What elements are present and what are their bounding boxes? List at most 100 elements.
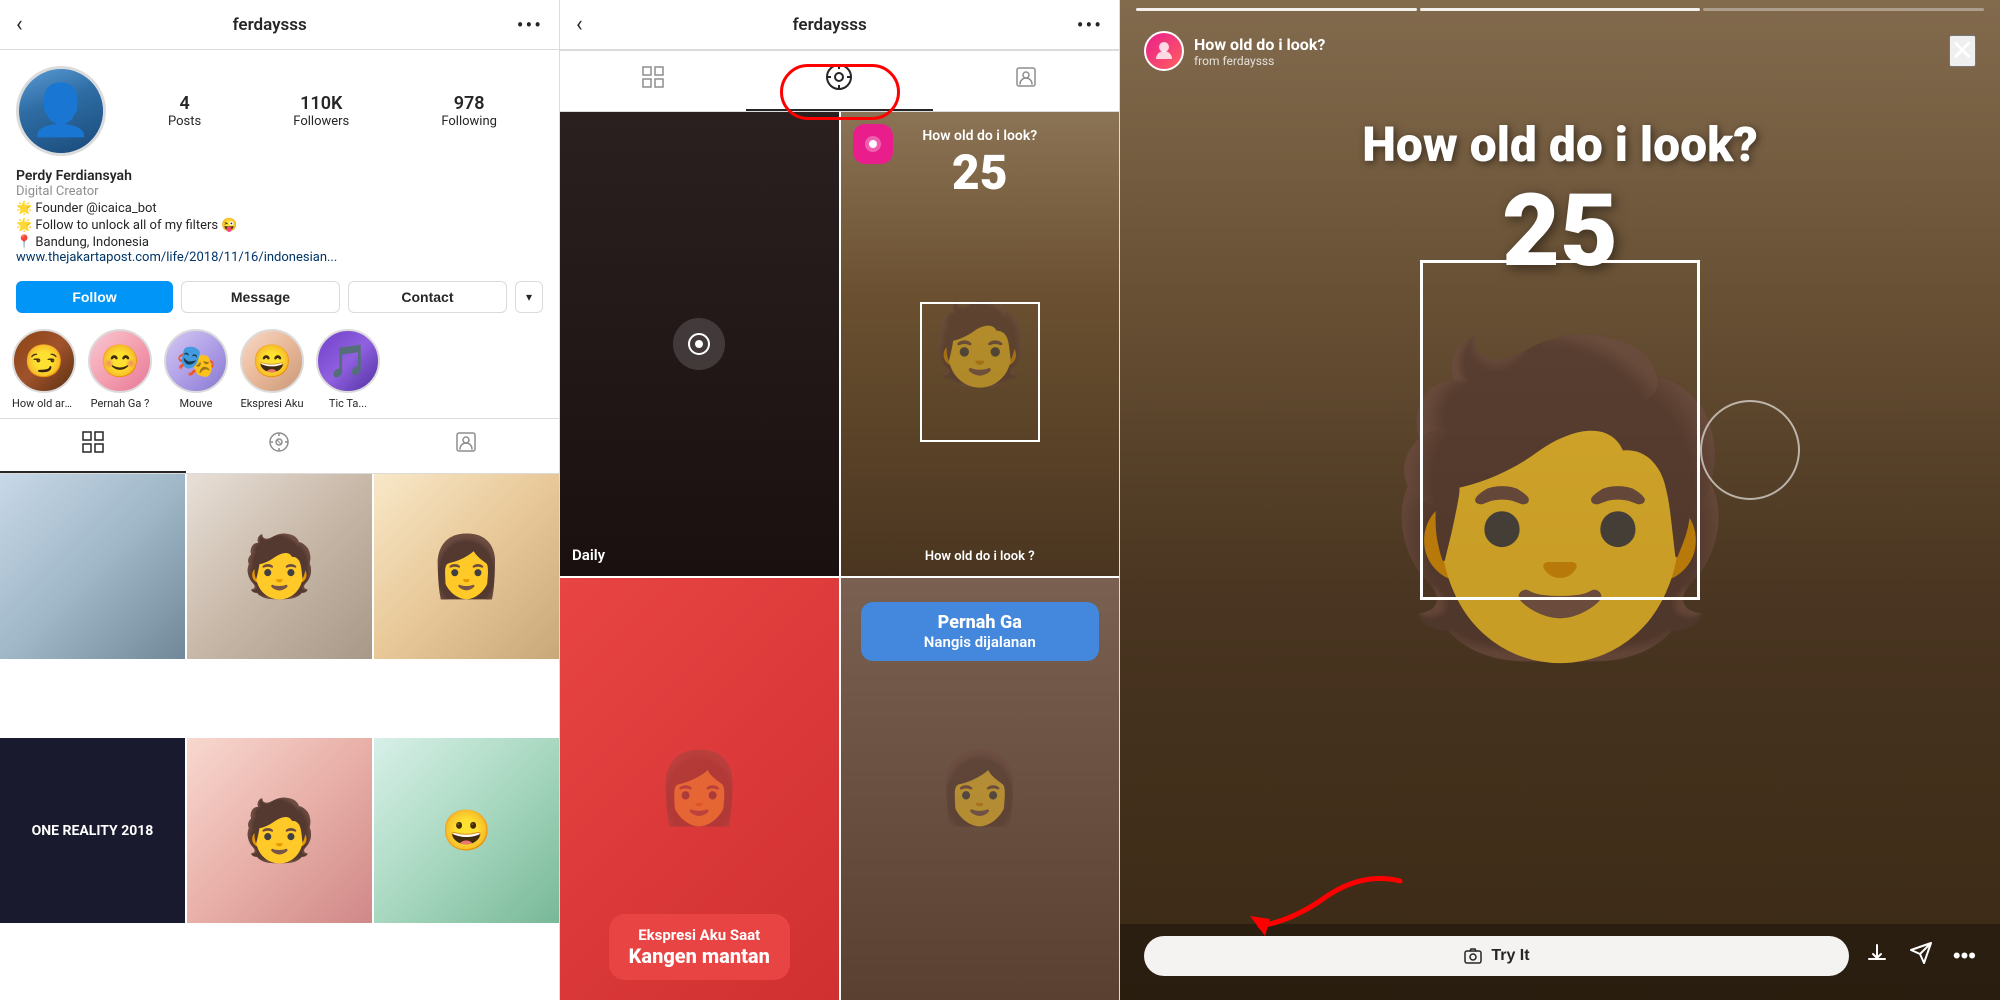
bio-line3: 📍 Bandung, Indonesia [16,235,543,250]
daily-icon [673,318,725,370]
highlight-circle: 🎭 [164,329,228,393]
avatar-image [19,69,103,153]
posts-label: Posts [168,114,201,129]
grid-icon [642,66,664,94]
chevron-button[interactable]: ▾ [515,281,543,313]
reels-back-button[interactable]: ‹ [576,12,583,37]
highlight-image: 😏 [14,331,74,391]
tab-reels[interactable] [186,419,372,473]
grid-icon [82,431,104,459]
avatar[interactable] [16,66,106,156]
more-icon: ••• [1953,943,1976,968]
story-progress-bar [1120,0,2000,11]
highlight-label: Mouve [179,397,212,410]
profile-stats-row: 4 Posts 110K Followers 978 Following [0,50,559,164]
highlight-item[interactable]: 🎵 Tic Ta... [316,329,380,410]
highlight-circle: 😄 [240,329,304,393]
reels-username: ferdaysss [793,15,867,35]
reels-tab-reels[interactable] [746,51,932,111]
pernahga-line2: Nangis dijalanan [877,633,1084,651]
reel-item-ekspresi[interactable]: 👩 Ekspresi Aku Saat Kangen mantan [560,578,839,1000]
reels-more-button[interactable]: ••• [1077,13,1103,37]
face-detection-circle [1700,400,1800,500]
grid-item[interactable]: ONE REALITY 2018 [0,738,185,923]
story-panel: How old do i look? from ferdaysss ✕ How … [1120,0,2000,1000]
story-action-icons: ••• [1865,941,1976,971]
howold-bottom: How old do i look ? [841,549,1120,564]
more-options-button[interactable]: ••• [517,13,543,37]
reels-header: ‹ ferdaysss ••• [560,0,1119,50]
daily-label: Daily [572,546,605,564]
tab-tagged[interactable] [373,419,559,473]
reels-tab-tagged[interactable] [933,51,1119,111]
highlight-item[interactable]: 😄 Ekspresi Aku [240,329,304,410]
reel-item-daily[interactable]: Daily [560,112,839,576]
profile-username: ferdaysss [233,15,307,35]
red-arrow [1240,861,1400,945]
action-buttons: Follow Message Contact ▾ [0,273,559,321]
contact-button[interactable]: Contact [348,281,507,313]
try-it-label: Try It [1491,947,1529,965]
ekspresi-line2: Kangen mantan [629,944,770,968]
download-button[interactable] [1865,941,1889,971]
highlight-label: Tic Ta... [329,397,367,410]
grid-item[interactable]: 🧑 [187,474,372,659]
bio-name: Perdy Ferdiansyah [16,168,543,184]
camera-icon [1463,946,1483,966]
reel-item-howold[interactable]: 🧑 How old do i look? 25 How old do i loo… [841,112,1120,576]
followers-label: Followers [293,114,349,129]
posts-stat[interactable]: 4 Posts [168,93,201,129]
reel-item-pernahga[interactable]: 👩 Pernah Ga Nangis dijalanan [841,578,1120,1000]
reels-tabs [560,50,1119,112]
highlight-circle: 😊 [88,329,152,393]
reels-tab-grid[interactable] [560,51,746,111]
tab-grid[interactable] [0,419,186,473]
follow-button[interactable]: Follow [16,281,173,313]
following-stat[interactable]: 978 Following [441,93,497,129]
highlight-item[interactable]: 😏 How old are... [12,329,76,410]
story-avatar [1144,31,1184,71]
bio-role: Digital Creator [16,184,543,199]
reels-grid: Daily 🧑 How old do i look? 25 How old do… [560,112,1119,1000]
highlight-image: 🎭 [166,331,226,391]
profile-bio: Perdy Ferdiansyah Digital Creator 🌟 Foun… [0,164,559,273]
story-user-text: How old do i look? from ferdaysss [1194,35,1325,68]
back-button[interactable]: ‹ [16,12,23,37]
highlight-label: Pernah Ga ? [91,397,150,410]
photo-grid: 🧑 👩 ONE REALITY 2018 🧑 😀 [0,474,559,1000]
grid-item[interactable]: 🧑 [187,738,372,923]
bio-link[interactable]: www.thejakartapost.com/life/2018/11/16/i… [16,250,543,265]
profile-panel: ‹ ferdaysss ••• 4 Posts 110K Followers 9… [0,0,560,1000]
highlight-item[interactable]: 🎭 Mouve [164,329,228,410]
followers-count: 110K [300,93,342,114]
following-label: Following [441,114,497,129]
highlight-image: 😊 [90,331,150,391]
grid-item[interactable] [0,474,185,659]
grid-item[interactable]: 👩 [374,474,559,659]
highlight-image: 🎵 [318,331,378,391]
story-user-info: How old do i look? from ferdaysss [1144,31,1325,71]
tagged-icon [1015,66,1037,94]
highlight-circle: 🎵 [316,329,380,393]
reels-panel: ‹ ferdaysss ••• [560,0,1120,1000]
more-options-button[interactable]: ••• [1953,943,1976,969]
followers-stat[interactable]: 110K Followers [293,93,349,129]
story-filter-name: How old do i look? [1194,35,1325,54]
grid-item[interactable]: 😀 [374,738,559,923]
highlight-circle: 😏 [12,329,76,393]
profile-header: ‹ ferdaysss ••• [0,0,559,50]
tagged-icon [455,431,477,459]
profile-tabs [0,418,559,474]
message-button[interactable]: Message [181,281,340,313]
reels-icon [825,63,853,97]
story-close-button[interactable]: ✕ [1949,35,1976,67]
highlight-image: 😄 [242,331,302,391]
face-detection-rect [1420,260,1700,600]
reels-icon [268,431,290,459]
bio-line1: 🌟 Founder @icaica_bot [16,201,543,216]
pernahga-bubble: Pernah Ga Nangis dijalanan [861,602,1100,661]
send-button[interactable] [1909,941,1933,971]
highlight-item[interactable]: 😊 Pernah Ga ? [88,329,152,410]
stats-container: 4 Posts 110K Followers 978 Following [122,93,543,129]
following-count: 978 [454,93,485,114]
